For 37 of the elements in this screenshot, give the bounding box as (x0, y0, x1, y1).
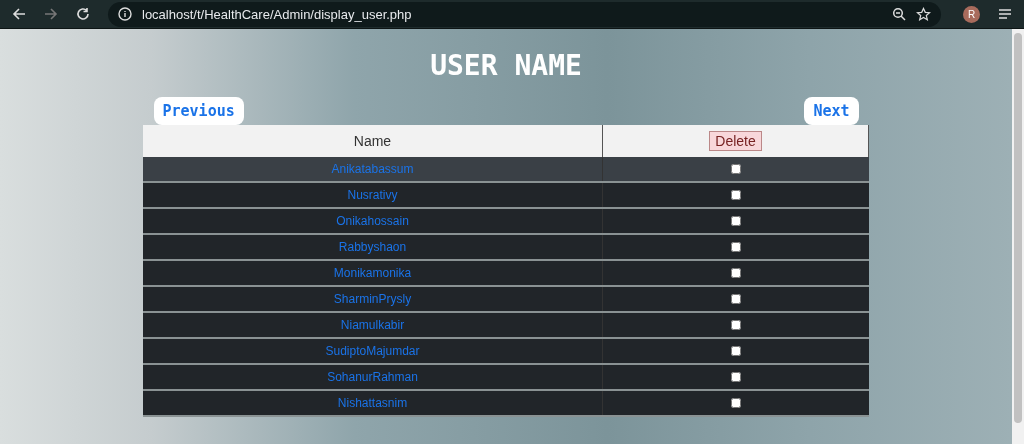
scrollbar[interactable] (1012, 29, 1024, 444)
table-row[interactable]: Monikamonika (143, 260, 869, 286)
reload-icon[interactable] (76, 7, 90, 21)
row-checkbox[interactable] (730, 398, 741, 408)
menu-icon[interactable] (998, 7, 1012, 21)
row-checkbox[interactable] (730, 294, 741, 304)
user-name-link[interactable]: Nishattasnim (143, 390, 603, 416)
back-arrow-icon[interactable] (12, 7, 26, 21)
star-icon[interactable] (916, 6, 931, 22)
delete-button[interactable]: Delete (709, 131, 762, 151)
row-checkbox[interactable] (730, 320, 741, 330)
address-bar[interactable]: localhost/t/HealthCare/Admin/display_user.php (108, 1, 941, 27)
url-text: localhost/t/HealthCare/Admin/display_user.php (142, 6, 412, 22)
table-row[interactable]: Nishattasnim (143, 390, 869, 416)
column-header: Name (143, 125, 603, 157)
row-checkbox[interactable] (730, 268, 741, 278)
previous-button[interactable]: Previous (153, 97, 244, 125)
row-checkbox[interactable] (730, 164, 741, 174)
table-row[interactable]: Anikatabassum (143, 157, 869, 182)
row-checkbox[interactable] (730, 216, 741, 226)
zoom-icon[interactable] (892, 7, 906, 21)
table-row[interactable]: Onikahossain (143, 208, 869, 234)
table-row[interactable]: SudiptoMajumdar (143, 338, 869, 364)
profile-avatar[interactable]: R (963, 5, 980, 23)
next-button[interactable]: Next (804, 97, 859, 125)
row-checkbox[interactable] (730, 346, 741, 356)
table-row[interactable]: SharminPrysly (143, 286, 869, 312)
row-checkbox[interactable] (730, 190, 741, 200)
row-checkbox[interactable] (730, 242, 741, 252)
info-icon[interactable] (118, 7, 132, 21)
table-row[interactable]: Rabbyshaon (143, 234, 869, 260)
page-title: USER NAME (430, 49, 582, 84)
table-row[interactable]: Nusrativy (143, 182, 869, 208)
table-row[interactable]: SohanurRahman (143, 364, 869, 390)
row-checkbox[interactable] (730, 372, 741, 382)
forward-arrow-icon[interactable] (44, 7, 58, 21)
table-row[interactable]: Niamulkabir (143, 312, 869, 338)
